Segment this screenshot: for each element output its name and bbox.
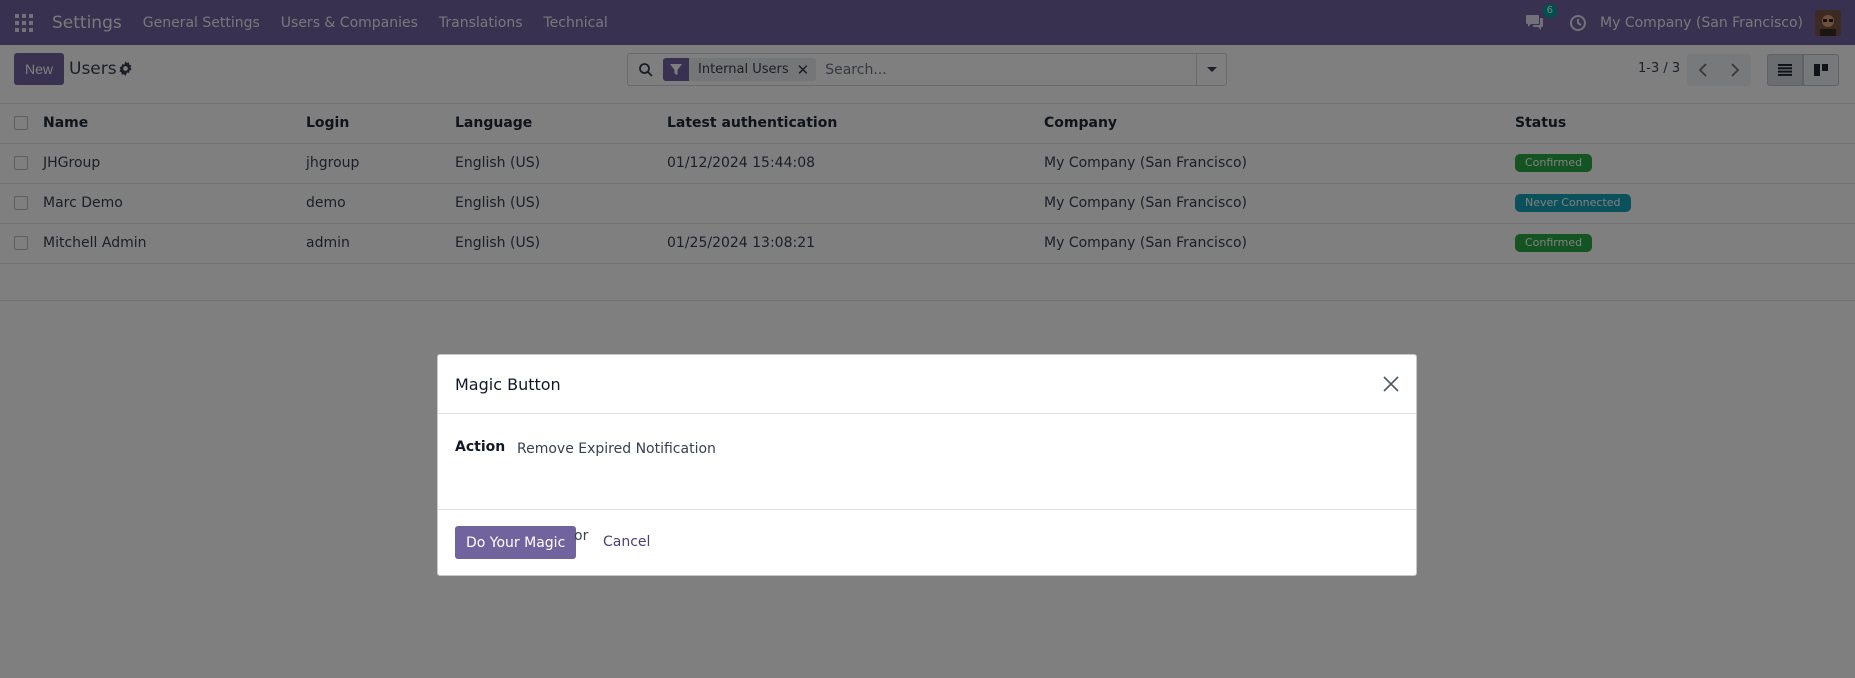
or-separator: or [574,528,589,544]
action-field-label: Action [455,439,506,455]
dialog-body: Action Remove Expired Notification [438,414,1416,510]
do-your-magic-button[interactable]: Do Your Magic [455,526,577,559]
modal-backdrop[interactable] [0,0,1855,678]
dialog-header: Magic Button [438,355,1416,414]
action-field-value: Remove Expired Notification [517,441,716,457]
dialog-footer: Do Your Magic or Cancel [438,510,1416,575]
magic-button-dialog: Magic Button Action Remove Expired Notif… [437,354,1417,576]
dialog-title: Magic Button [455,375,561,394]
close-icon[interactable] [1382,375,1400,393]
cancel-button[interactable]: Cancel [603,534,650,550]
